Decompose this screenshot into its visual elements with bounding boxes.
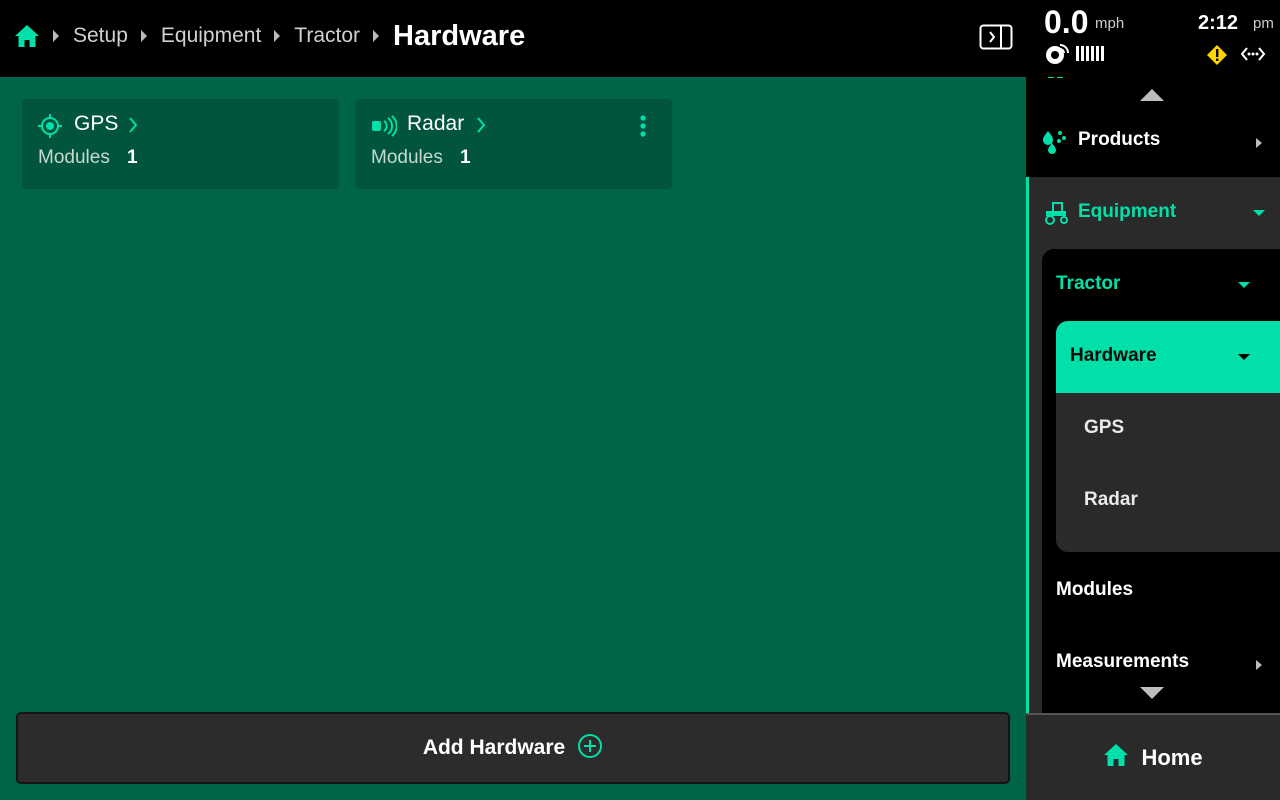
sidebar-item-gps[interactable]: GPS (1084, 417, 1124, 439)
gps-satellite-icon[interactable] (1044, 42, 1070, 71)
radar-card-title: Radar (407, 112, 465, 135)
hardware-section: Hardware GPS Radar (1056, 321, 1280, 552)
sidebar-item-tractor-label: Tractor (1056, 273, 1121, 294)
sidebar-item-equipment[interactable]: Equipment (1029, 177, 1280, 249)
sidebar-item-products-label: Products (1078, 129, 1161, 150)
caret-right-icon (1256, 135, 1262, 153)
home-icon (1103, 743, 1129, 772)
gps-card-title: GPS (74, 112, 119, 135)
breadcrumb-separator-icon (140, 30, 147, 42)
breadcrumb-separator-icon (373, 30, 380, 42)
caret-down-icon (1238, 282, 1250, 288)
breadcrumb-separator-icon (274, 30, 281, 42)
breadcrumb-setup[interactable]: Setup (73, 24, 128, 48)
sidebar-nav: Products Equipment Tractor Hardware GPS … (1026, 77, 1280, 713)
breadcrumb-tractor[interactable]: Tractor (294, 24, 360, 48)
equipment-section: Equipment Tractor Hardware GPS Radar Mod… (1026, 177, 1280, 713)
sidebar-item-measurements[interactable]: Measurements (1056, 651, 1189, 673)
gps-modules-label: Modules (38, 147, 110, 168)
sidebar-item-hardware-label: Hardware (1070, 345, 1157, 366)
home-button-label: Home (1141, 744, 1203, 770)
chevron-right-icon (476, 116, 486, 139)
tractor-section: Tractor Hardware GPS Radar Modules Measu… (1042, 249, 1280, 713)
radar-icon (371, 114, 398, 143)
clock-time: 2:12 (1198, 12, 1239, 34)
tractor-icon (1042, 201, 1070, 230)
breadcrumb: Setup Equipment Tractor Hardware (14, 0, 525, 72)
speed-unit: mph (1095, 15, 1125, 32)
chevron-right-icon (128, 116, 138, 139)
scroll-down-icon[interactable] (1140, 687, 1164, 699)
connection-icon[interactable] (1240, 44, 1266, 69)
sidebar-item-equipment-label: Equipment (1078, 201, 1177, 222)
sidebar-item-products[interactable]: Products (1026, 105, 1280, 177)
sidebar-item-modules[interactable]: Modules (1056, 579, 1133, 601)
gps-card[interactable]: GPS Modules 1 (22, 99, 339, 189)
add-hardware-button[interactable]: Add Hardware (16, 712, 1010, 784)
plus-circle-icon (577, 733, 603, 764)
gps-modules-count: 1 (127, 147, 138, 168)
home-icon[interactable] (14, 24, 40, 48)
speed-value: 0.0 (1044, 4, 1089, 40)
partial-menu-icon (1046, 77, 1066, 89)
home-button[interactable]: Home (1026, 713, 1280, 800)
caret-down-icon (1253, 210, 1265, 216)
breadcrumb-equipment[interactable]: Equipment (161, 24, 261, 48)
sidebar-item-hardware[interactable]: Hardware (1056, 321, 1280, 393)
panel-toggle-icon[interactable] (979, 24, 1013, 55)
breadcrumb-separator-icon (53, 30, 59, 42)
radar-modules-label: Modules (371, 147, 443, 168)
radar-card[interactable]: Radar Modules 1 (355, 99, 672, 189)
warning-icon[interactable] (1206, 44, 1228, 71)
caret-down-icon (1238, 354, 1250, 360)
sidebar-item-radar[interactable]: Radar (1084, 489, 1138, 511)
page-title: Hardware (393, 19, 526, 52)
products-icon (1042, 129, 1068, 160)
caret-right-icon (1256, 657, 1262, 675)
more-options-icon[interactable] (639, 114, 647, 143)
scroll-up-icon[interactable] (1140, 89, 1164, 101)
gps-icon (38, 114, 62, 143)
header-bar: Setup Equipment Tractor Hardware (0, 0, 1026, 77)
add-hardware-label: Add Hardware (422, 736, 566, 759)
signal-strength-icon (1076, 46, 1104, 61)
clock-ampm: pm (1253, 15, 1274, 32)
radar-modules-count: 1 (460, 147, 471, 168)
